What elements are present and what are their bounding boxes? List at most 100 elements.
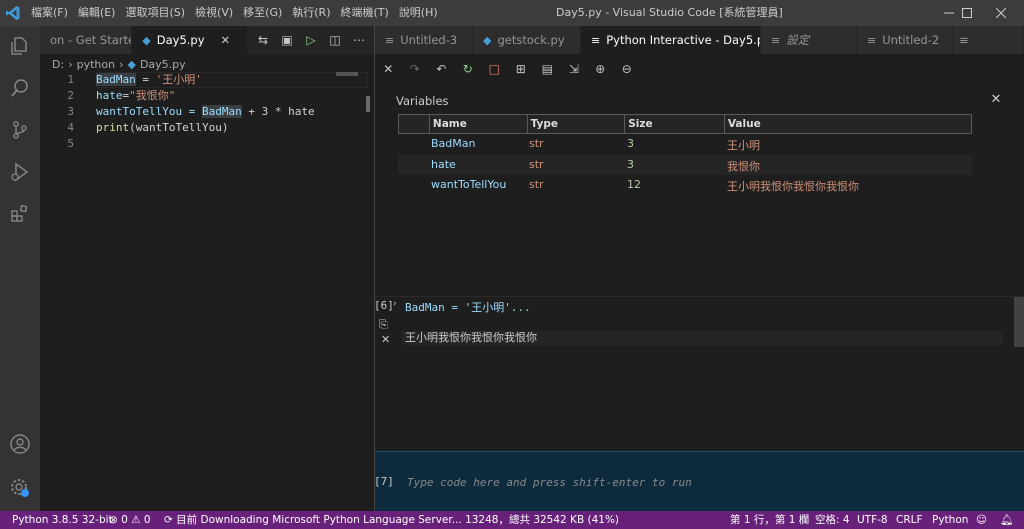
code-input[interactable]: Type code here and press shift-enter to … <box>407 476 692 489</box>
breadcrumb-file[interactable]: Day5.py <box>140 58 186 71</box>
cell-execution-count: [6] <box>374 299 394 312</box>
var-size: 3 <box>627 137 634 150</box>
clear-all-icon[interactable]: ✕ <box>375 58 402 80</box>
collapse-all-icon[interactable]: ⊖ <box>614 58 641 80</box>
tab-day5-py[interactable]: ◆ Day5.py ✕ <box>132 26 248 54</box>
feedback-icon[interactable]: ☺ <box>976 511 987 529</box>
var-type: str <box>529 178 544 191</box>
variables-icon[interactable]: ⊞ <box>508 58 535 80</box>
code-line: 2 hate="我恨你" <box>40 88 362 104</box>
run-debug-icon[interactable] <box>0 152 40 192</box>
settings-gear-icon[interactable] <box>0 468 40 508</box>
menu-view[interactable]: 檢視(V) <box>190 0 238 26</box>
menu-file[interactable]: 檔案(F) <box>26 0 73 26</box>
tab-untitled-3[interactable]: ≡ Untitled-3 <box>375 26 473 54</box>
run-file-icon[interactable]: ▷ <box>300 29 322 51</box>
variables-title: Variables <box>396 94 449 108</box>
tab-overflow[interactable]: ≡ <box>953 26 1024 54</box>
menu-edit[interactable]: 編輯(E) <box>73 0 121 26</box>
table-row[interactable]: hate str 3 我恨你 <box>398 154 972 175</box>
accounts-icon[interactable] <box>0 424 40 464</box>
breadcrumb-root[interactable]: D: <box>52 58 64 71</box>
editor-scrollbar[interactable] <box>366 96 370 112</box>
explorer-icon[interactable] <box>0 26 40 66</box>
tab-label: getstock.py <box>497 33 565 47</box>
python-file-icon: ◆ <box>483 33 492 47</box>
language-mode[interactable]: Python <box>932 511 968 529</box>
more-actions-icon[interactable]: ⋯ <box>348 29 370 51</box>
split-editor-icon[interactable]: ◫ <box>324 29 346 51</box>
python-file-icon: ◆ <box>142 33 151 47</box>
split-interactive-icon[interactable]: ⇆ <box>252 29 274 51</box>
menu-go[interactable]: 移至(G) <box>238 0 287 26</box>
line-ending[interactable]: CRLF <box>896 511 923 529</box>
line-number: 2 <box>67 89 74 102</box>
tab-getstock-py[interactable]: ◆ getstock.py <box>473 26 581 54</box>
var-value: 我恨你 <box>727 159 760 173</box>
tab-label: Python Interactive - Day5.py <box>606 33 761 47</box>
python-interpreter[interactable]: Python 3.8.5 32-bit <box>12 511 113 529</box>
header-value[interactable]: Value <box>723 115 971 133</box>
menu-bar: 檔案(F) 編輯(E) 選取項目(S) 檢視(V) 移至(G) 執行(R) 終端… <box>26 0 443 26</box>
tab-untitled-2[interactable]: ≡ Untitled-2 <box>857 26 953 54</box>
export-icon[interactable]: ⇲ <box>561 58 588 80</box>
header-type[interactable]: Type <box>526 115 625 133</box>
interrupt-kernel-icon[interactable]: □ <box>481 58 508 80</box>
line-number: 5 <box>67 137 74 150</box>
tab-label: 設定 <box>786 33 810 47</box>
table-row[interactable]: BadMan str 3 王小明 <box>398 134 972 155</box>
expand-cell-chevron-icon[interactable]: › <box>393 299 397 309</box>
notifications-bell-icon[interactable]: 🔔︎ <box>1000 511 1013 529</box>
var-value: 王小明 <box>727 139 760 152</box>
indentation[interactable]: 空格: 4 <box>815 511 850 529</box>
extensions-icon[interactable] <box>0 194 40 234</box>
line-number: 3 <box>67 105 74 118</box>
menu-run[interactable]: 執行(R) <box>287 0 335 26</box>
code-editor[interactable]: 1 BadMan = '王小明' 2 hate="我恨你" 3 wantToTe… <box>40 72 368 511</box>
close-window-button[interactable] <box>978 0 1024 26</box>
source-control-icon[interactable] <box>0 110 40 150</box>
header-size[interactable]: Size <box>624 115 724 133</box>
var-name: wantToTellYou <box>431 178 507 191</box>
vscode-logo-icon <box>0 0 26 26</box>
tab-settings[interactable]: ≡ 設定 <box>761 26 857 54</box>
delete-cell-icon[interactable]: ✕ <box>381 333 390 346</box>
table-row[interactable]: wantToTellYou str 12 王小明我恨你我恨你我恨你 <box>398 175 972 196</box>
cell-log-scrollbar[interactable] <box>1014 297 1024 347</box>
open-preview-icon[interactable]: ▣ <box>276 29 298 51</box>
title-bar: 檔案(F) 編輯(E) 選取項目(S) 檢視(V) 移至(G) 執行(R) 終端… <box>0 0 1024 26</box>
input-execution-count: [7] <box>374 475 394 488</box>
goto-code-icon[interactable]: ⎘ <box>379 318 388 332</box>
tab-python-interactive[interactable]: ≡ Python Interactive - Day5.py ✕ <box>581 26 761 54</box>
code-text: BadMan = '王小明' <box>96 73 202 86</box>
restart-kernel-icon[interactable]: ↻ <box>455 58 482 80</box>
encoding[interactable]: UTF-8 <box>857 511 888 529</box>
close-variables-icon[interactable]: ✕ <box>988 92 1004 108</box>
save-icon[interactable]: ▤ <box>534 58 561 80</box>
tab-label: Untitled-2 <box>882 33 940 47</box>
tab-get-started[interactable]: on - Get Started <box>40 26 133 54</box>
cursor-position[interactable]: 第 1 行，第 1 欄 <box>730 511 809 529</box>
editor-actions: ⇆ ▣ ▷ ◫ ⋯ <box>248 26 374 54</box>
var-name: BadMan <box>431 137 476 150</box>
undo-icon[interactable]: ↶ <box>428 58 455 80</box>
menu-terminal[interactable]: 終端機(T) <box>336 0 394 26</box>
table-header: Name Type Size Value <box>398 114 972 134</box>
file-icon: ≡ <box>959 33 969 47</box>
problems-count[interactable]: ⊗ 0 ⚠ 0 <box>109 511 151 529</box>
file-icon: ≡ <box>867 33 877 47</box>
menu-selection[interactable]: 選取項目(S) <box>120 0 190 26</box>
search-icon[interactable] <box>0 68 40 108</box>
close-tab-icon[interactable]: ✕ <box>221 33 231 47</box>
var-value: 王小明我恨你我恨你我恨你 <box>727 180 859 193</box>
settings-file-icon: ≡ <box>771 33 781 47</box>
activity-bar <box>0 26 40 511</box>
menu-help[interactable]: 說明(H) <box>394 0 443 26</box>
expand-all-icon[interactable]: ⊕ <box>587 58 614 80</box>
header-name[interactable]: Name <box>428 115 527 133</box>
redo-icon[interactable]: ↷ <box>402 58 429 80</box>
left-editor-tabs: on - Get Started ◆ Day5.py ✕ ⇆ ▣ ▷ ◫ ⋯ <box>40 26 374 54</box>
minimap[interactable] <box>336 72 358 76</box>
cell-code[interactable]: BadMan = '王小明'... <box>405 299 531 315</box>
breadcrumb-folder[interactable]: python <box>77 58 115 71</box>
